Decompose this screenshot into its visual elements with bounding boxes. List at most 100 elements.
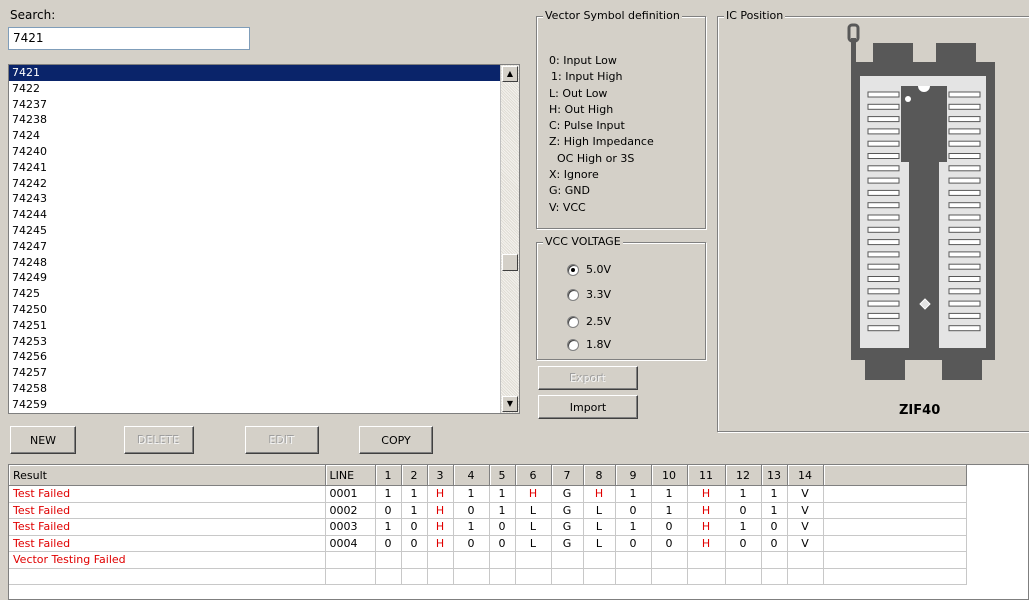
radio-button-icon[interactable] [567, 315, 579, 328]
scroll-up-icon[interactable]: ▲ [502, 66, 518, 82]
filler-cell [823, 568, 967, 585]
scroll-thumb[interactable] [502, 254, 518, 271]
column-header[interactable]: 14 [787, 465, 824, 486]
ic-list-item[interactable]: 74240 [9, 144, 501, 160]
ic-list-item[interactable]: 74241 [9, 160, 501, 176]
column-header[interactable]: 6 [515, 465, 552, 486]
ic-list-item[interactable]: 74245 [9, 223, 501, 239]
pin-cell: 0 [615, 535, 652, 552]
vcc-option-3-3V[interactable]: 3.3V [567, 288, 611, 301]
delete-button[interactable]: DELETE [124, 426, 194, 454]
pin-cell [453, 568, 490, 585]
new-button[interactable]: NEW [10, 426, 76, 454]
ic-list-item[interactable]: 74258 [9, 381, 501, 397]
table-row[interactable]: Vector Testing Failed [9, 551, 967, 569]
ic-list-item[interactable]: 74237 [9, 97, 501, 113]
ic-list-item[interactable]: 74238 [9, 112, 501, 128]
zif-pin-slot [948, 214, 981, 221]
scroll-down-icon[interactable]: ▼ [502, 396, 518, 412]
zif-center-slot [909, 158, 939, 353]
pin-cell: 0 [761, 518, 788, 536]
pin-cell: G [551, 518, 584, 536]
zif-pin-slot [867, 116, 900, 123]
ic-list-item[interactable]: 74243 [9, 191, 501, 207]
radio-button-icon[interactable] [567, 338, 579, 351]
ic-list-item[interactable]: 7422 [9, 81, 501, 97]
zif-pin-slot [948, 103, 981, 110]
pin-cell: L [515, 518, 552, 536]
zif-socket-label: ZIF40 [899, 403, 941, 418]
column-header[interactable]: 5 [489, 465, 516, 486]
table-row[interactable] [9, 568, 967, 585]
pin-cell: 0 [401, 518, 428, 536]
ic-list-item[interactable]: 74244 [9, 207, 501, 223]
column-header[interactable]: 4 [453, 465, 490, 486]
pin-cell [787, 568, 824, 585]
filler-cell [823, 518, 967, 536]
column-header[interactable]: 7 [551, 465, 584, 486]
ic-list-item[interactable]: 74248 [9, 255, 501, 271]
pin-cell: H [427, 535, 454, 552]
column-header[interactable]: 10 [651, 465, 688, 486]
zif-pin-slot [948, 288, 981, 295]
ic-list-item[interactable]: 7424 [9, 128, 501, 144]
column-header[interactable]: 12 [725, 465, 762, 486]
filler-cell [823, 535, 967, 552]
radio-button-icon[interactable] [567, 288, 579, 301]
column-header[interactable]: 1 [375, 465, 402, 486]
vcc-option-label: 3.3V [586, 288, 612, 301]
pin-cell [489, 568, 516, 585]
import-button[interactable]: Import [538, 395, 638, 419]
column-header[interactable]: 9 [615, 465, 652, 486]
pin-cell: 1 [401, 485, 428, 503]
table-row[interactable]: Test Failed 0003 1 0 H 1 0 L G L 1 0 H 1 0 V [9, 518, 967, 536]
pin-cell: 0 [489, 518, 516, 536]
vcc-voltage-group: VCC VOLTAGE 5.0V 3.3V 2.5V 1.8V [536, 235, 706, 360]
column-header[interactable]: LINE [325, 465, 376, 486]
ic-list-item[interactable]: 74256 [9, 349, 501, 365]
vector-definition-line: V: VCC [549, 200, 586, 214]
radio-button-icon[interactable] [567, 263, 579, 276]
column-header[interactable]: 11 [687, 465, 726, 486]
export-button[interactable]: Export [538, 366, 638, 390]
edit-button[interactable]: EDIT [245, 426, 319, 454]
pin-cell: L [515, 502, 552, 519]
ic-list-item[interactable]: 74251 [9, 318, 501, 334]
pin-cell: 0 [725, 535, 762, 552]
ic-list-item[interactable]: 74250 [9, 302, 501, 318]
column-header[interactable]: 13 [761, 465, 788, 486]
column-header[interactable]: 2 [401, 465, 428, 486]
zif-pin-slot [948, 226, 981, 233]
ic-list-item[interactable]: 74259 [9, 397, 501, 413]
table-row[interactable]: Test Failed 0004 0 0 H 0 0 L G L 0 0 H 0 0 V [9, 535, 967, 552]
pin-cell: V [787, 535, 824, 552]
pin-cell: 0 [725, 502, 762, 519]
search-input[interactable]: 7421 [8, 27, 250, 50]
ic-list-item[interactable]: 74249 [9, 270, 501, 286]
pin-cell: 0 [453, 535, 490, 552]
list-scrollbar[interactable]: ▲ ▼ [500, 65, 519, 413]
ic-list-item[interactable]: 7421 [9, 65, 501, 81]
ic-list-item[interactable]: 74242 [9, 176, 501, 192]
vcc-option-1-8V[interactable]: 1.8V [567, 338, 611, 351]
ic-list-item[interactable]: 7425 [9, 286, 501, 302]
pin-cell: V [787, 502, 824, 519]
zif-pin-slot [948, 153, 981, 159]
vcc-option-5-0V[interactable]: 5.0V [567, 263, 611, 276]
pin-cell: H [427, 518, 454, 536]
table-row[interactable]: Test Failed 0001 1 1 H 1 1 H G H 1 1 H 1 1 V [9, 485, 967, 503]
ic-list-item[interactable]: 74247 [9, 239, 501, 255]
column-header[interactable]: Result [9, 465, 326, 486]
table-row[interactable]: Test Failed 0002 0 1 H 0 1 L G L 0 1 H 0 1 V [9, 502, 967, 519]
line-cell: 0004 [325, 535, 376, 552]
pin-cell: 0 [615, 502, 652, 519]
copy-button[interactable]: COPY [359, 426, 433, 454]
column-header[interactable]: 8 [583, 465, 616, 486]
ic-list[interactable]: 7421 7422 74237 74238 7424 74240 74241 74242 742… [8, 64, 520, 414]
vcc-voltage-title: VCC VOLTAGE [543, 235, 623, 248]
vcc-option-2-5V[interactable]: 2.5V [567, 315, 611, 328]
column-header[interactable]: 3 [427, 465, 454, 486]
ic-list-item[interactable]: 74257 [9, 365, 501, 381]
ic-list-item[interactable]: 74253 [9, 334, 501, 350]
zif-pin-slot [948, 251, 981, 258]
